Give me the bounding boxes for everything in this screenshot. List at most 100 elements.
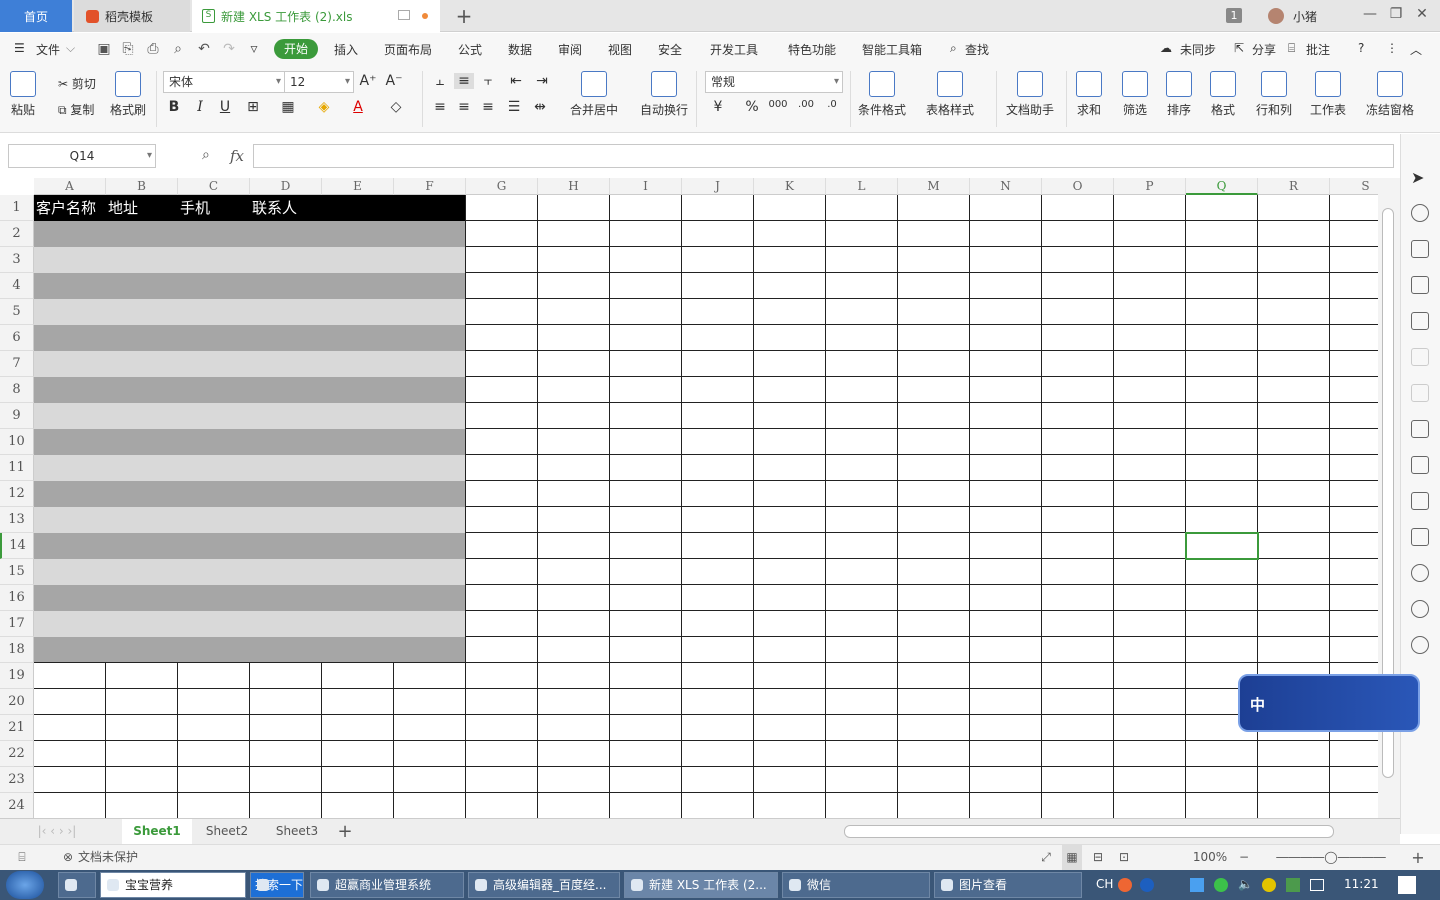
cell[interactable] — [106, 429, 178, 455]
cell[interactable] — [754, 429, 826, 455]
cell[interactable] — [826, 299, 898, 325]
cell[interactable] — [970, 533, 1042, 559]
cell[interactable] — [322, 689, 394, 715]
column-header-d[interactable]: D — [250, 178, 322, 195]
header-cell-text[interactable]: 联系人 — [252, 197, 297, 218]
cell[interactable] — [682, 377, 754, 403]
cell[interactable] — [1330, 403, 1378, 429]
cell[interactable] — [754, 455, 826, 481]
spreadsheet-grid[interactable]: A B C D E F G H I J K L M N O P Q R S 1 2 3 4 5 6 7 8 9 10 11 12 13 14 15… — [0, 178, 1378, 818]
cell[interactable] — [34, 767, 106, 793]
column-header-s[interactable]: S — [1330, 178, 1378, 195]
cell[interactable] — [754, 663, 826, 689]
cell[interactable] — [1114, 715, 1186, 741]
cell[interactable] — [1258, 273, 1330, 299]
cell[interactable] — [322, 403, 394, 429]
cell[interactable] — [1186, 559, 1258, 585]
cell[interactable] — [394, 637, 466, 663]
cell[interactable] — [754, 403, 826, 429]
cell[interactable] — [322, 793, 394, 818]
chart-icon[interactable] — [1411, 312, 1429, 330]
cell[interactable] — [1042, 611, 1114, 637]
cell[interactable] — [610, 247, 682, 273]
tab-home[interactable]: 首页 — [0, 0, 72, 32]
help-circle-icon[interactable] — [1411, 636, 1429, 654]
cell[interactable] — [826, 429, 898, 455]
cell[interactable] — [826, 273, 898, 299]
table-style-button[interactable]: 表格样式 — [926, 71, 974, 118]
cell[interactable] — [178, 559, 250, 585]
cell[interactable] — [466, 533, 538, 559]
cell[interactable] — [682, 455, 754, 481]
cell[interactable] — [1186, 351, 1258, 377]
menu-developer[interactable]: 开发工具 — [710, 41, 758, 58]
cell[interactable] — [34, 793, 106, 818]
cell[interactable] — [610, 533, 682, 559]
cell[interactable] — [1186, 455, 1258, 481]
cell[interactable] — [34, 533, 106, 559]
cell[interactable] — [538, 273, 610, 299]
tab-template[interactable]: 稻壳模板 — [74, 0, 190, 32]
cell[interactable] — [394, 533, 466, 559]
format-button[interactable]: 格式 — [1210, 71, 1236, 118]
cell[interactable] — [466, 403, 538, 429]
cell[interactable] — [466, 767, 538, 793]
cell[interactable] — [34, 715, 106, 741]
cell[interactable] — [826, 767, 898, 793]
cell[interactable] — [1114, 767, 1186, 793]
cell[interactable] — [1330, 793, 1378, 818]
cell[interactable] — [538, 351, 610, 377]
cell[interactable] — [1042, 377, 1114, 403]
row-header-6[interactable]: 6 — [0, 325, 34, 351]
cell[interactable] — [1330, 637, 1378, 663]
row-header-3[interactable]: 3 — [0, 247, 34, 273]
cell[interactable] — [322, 767, 394, 793]
cell[interactable] — [898, 637, 970, 663]
cell[interactable] — [178, 689, 250, 715]
cell[interactable] — [538, 403, 610, 429]
wechat-tray-icon[interactable] — [1214, 878, 1228, 892]
cell[interactable] — [322, 715, 394, 741]
cell[interactable] — [322, 273, 394, 299]
cell[interactable] — [682, 195, 754, 221]
cell[interactable] — [178, 403, 250, 429]
cell[interactable] — [610, 481, 682, 507]
cell[interactable] — [178, 377, 250, 403]
cell[interactable] — [1258, 481, 1330, 507]
cell[interactable] — [1114, 559, 1186, 585]
paste-button[interactable]: 粘贴 — [10, 71, 36, 118]
cell[interactable] — [322, 637, 394, 663]
cell[interactable] — [1330, 507, 1378, 533]
cell[interactable] — [682, 507, 754, 533]
cell[interactable] — [322, 221, 394, 247]
eraser-icon[interactable]: ◇ — [386, 99, 406, 115]
cell[interactable] — [610, 221, 682, 247]
cell[interactable] — [754, 377, 826, 403]
cell[interactable] — [754, 325, 826, 351]
header-cell-text[interactable]: 手机 — [180, 197, 210, 218]
menu-start[interactable]: 开始 — [274, 39, 318, 59]
cell[interactable] — [538, 585, 610, 611]
format-painter-button[interactable]: 格式刷 — [110, 71, 146, 118]
apps-grid-icon[interactable] — [1411, 276, 1429, 294]
cell[interactable] — [1330, 481, 1378, 507]
fullscreen-icon[interactable]: ⤢ — [1036, 845, 1056, 870]
cell[interactable] — [1330, 455, 1378, 481]
row-header-5[interactable]: 5 — [0, 299, 34, 325]
underline-button[interactable]: U — [215, 99, 235, 115]
cell[interactable] — [394, 195, 466, 221]
cell[interactable] — [250, 455, 322, 481]
cell[interactable] — [250, 533, 322, 559]
cell[interactable] — [898, 481, 970, 507]
cell[interactable] — [898, 455, 970, 481]
cell[interactable] — [610, 273, 682, 299]
cell[interactable] — [106, 507, 178, 533]
cell[interactable] — [1258, 455, 1330, 481]
cell[interactable] — [34, 689, 106, 715]
distributed-icon[interactable]: ⇹ — [530, 99, 550, 115]
menu-formula[interactable]: 公式 — [458, 41, 482, 58]
number-format-select[interactable]: 常规 — [705, 71, 843, 93]
cell[interactable] — [322, 559, 394, 585]
cell[interactable] — [682, 741, 754, 767]
fill-color-icon[interactable]: ◈ — [314, 99, 334, 115]
